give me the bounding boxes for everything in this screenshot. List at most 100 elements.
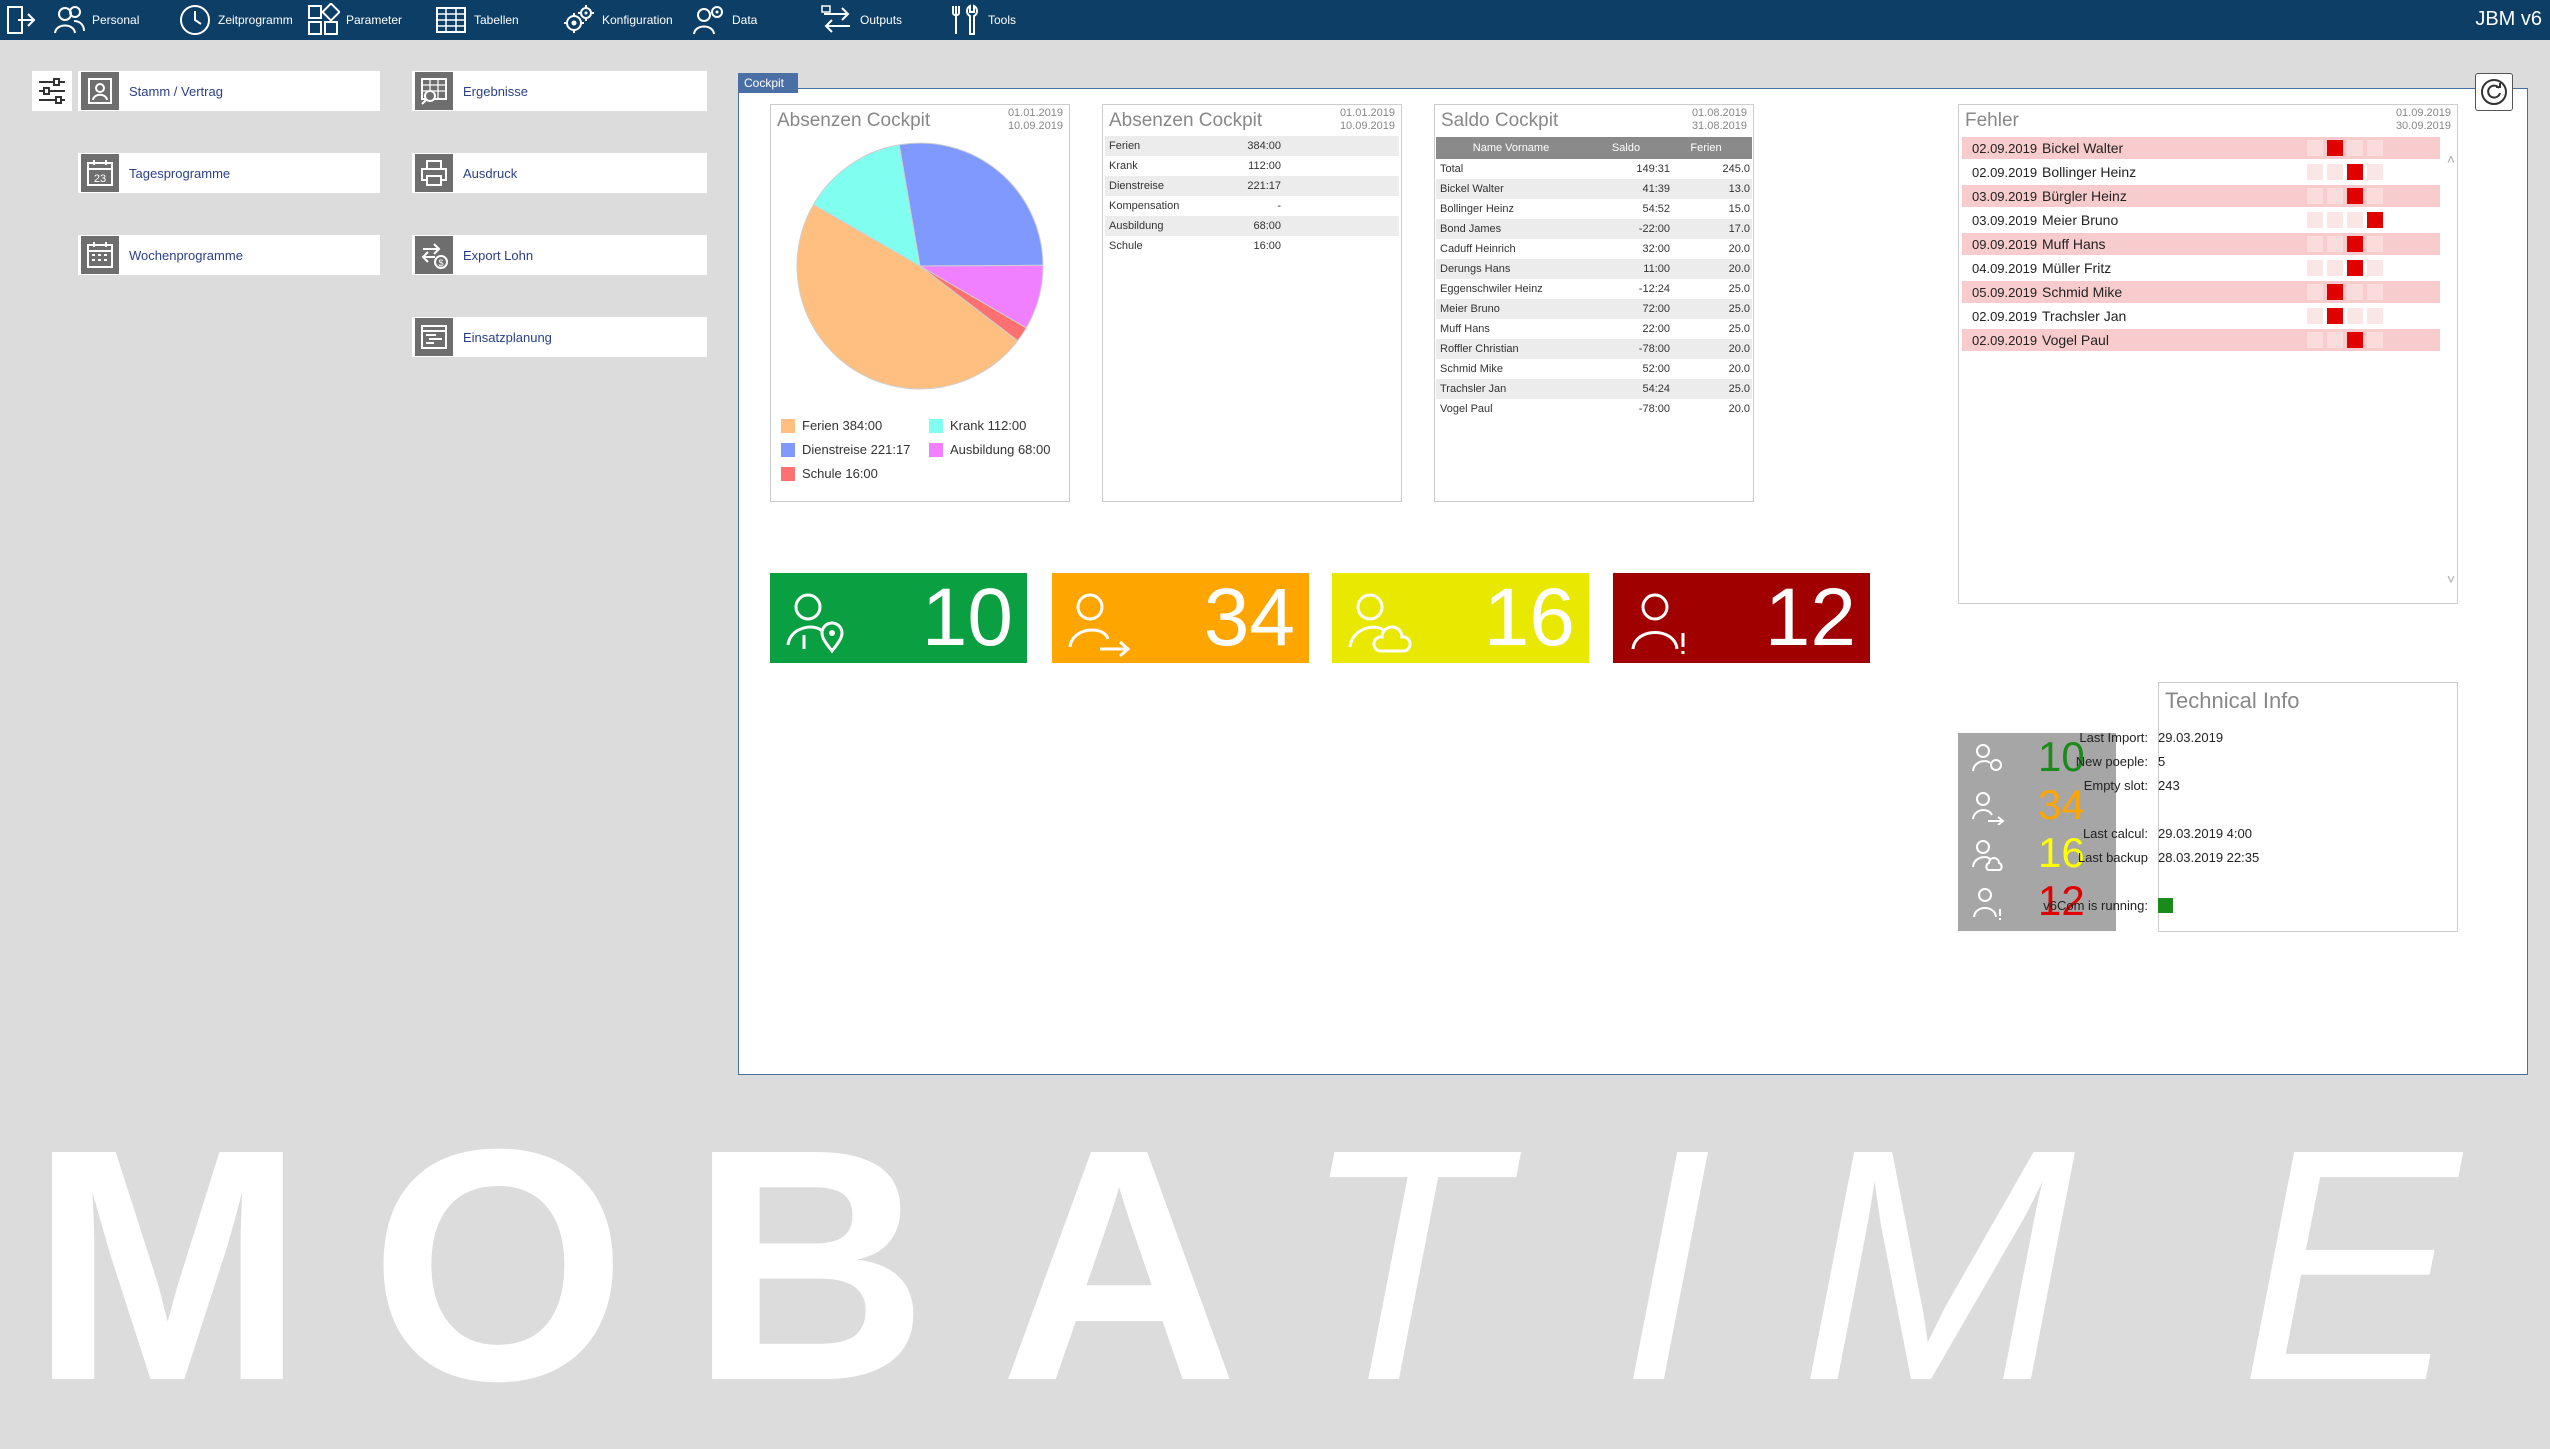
menu-exit[interactable] <box>4 0 38 40</box>
menu-tabellen[interactable]: Tabellen <box>434 0 519 40</box>
tile-tagesprogramme[interactable]: 23 Tagesprogramme <box>78 153 380 193</box>
kpi-absent[interactable]: 16 <box>1332 573 1589 663</box>
column-header[interactable]: Saldo <box>1586 142 1666 154</box>
row-value: 15.0 <box>1728 203 1750 215</box>
error-cell <box>2327 212 2343 228</box>
list-item[interactable]: 03.09.2019 Bürgler Heinz <box>1962 185 2440 207</box>
list-item[interactable]: 02.09.2019 Bollinger Heinz <box>1962 161 2440 183</box>
refresh-button[interactable] <box>2475 73 2513 111</box>
watermark-letter: T <box>1300 1080 1502 1449</box>
menu-personal[interactable]: Personal <box>52 0 139 40</box>
error-cell <box>2307 212 2323 228</box>
settings-button[interactable] <box>32 71 72 111</box>
row-value: 54:24 <box>1642 383 1670 395</box>
row-value: 20.0 <box>1728 263 1750 275</box>
tech-empty-slot: Empty slot: 243 <box>1978 778 2180 793</box>
row-value: 112:00 <box>1248 160 1281 172</box>
table-row: Derungs Hans 11:00 20.0 <box>1436 259 1752 279</box>
error-person: Müller Fritz <box>2042 260 2112 276</box>
tab-cockpit[interactable]: Cockpit <box>738 73 798 93</box>
menu-data[interactable]: Data <box>692 0 757 40</box>
tile-wochenprogramme[interactable]: Wochenprogramme <box>78 235 380 275</box>
info-value: 29.03.2019 4:00 <box>2158 826 2252 841</box>
gears-icon <box>564 5 594 33</box>
error-date: 03.09.2019 <box>1972 212 2038 228</box>
table-icon <box>436 7 466 33</box>
exit-icon <box>7 6 36 34</box>
table-row: Caduff Heinrich 32:00 20.0 <box>1436 239 1752 259</box>
menu-konfiguration[interactable]: Konfiguration <box>562 0 673 40</box>
row-value: 16:00 <box>1253 240 1281 252</box>
table-header: Name Vorname Saldo Ferien <box>1436 137 1752 159</box>
row-value: 25.0 <box>1728 323 1750 335</box>
list-item[interactable]: 03.09.2019 Meier Bruno <box>1962 209 2440 231</box>
menu-tools[interactable]: Tools <box>948 0 1016 40</box>
list-item[interactable]: 02.09.2019 Trachsler Jan <box>1962 305 2440 327</box>
row-value: 20.0 <box>1728 243 1750 255</box>
tile-ausdruck[interactable]: Ausdruck <box>412 153 707 193</box>
row-value: 13.0 <box>1728 183 1750 195</box>
saldo-card: Saldo Cockpit 01.08.2019 31.08.2019 Name… <box>1434 104 1754 502</box>
legend-dienstreise: Dienstreise 221:17 <box>781 442 910 457</box>
tile-ergebnisse[interactable]: Ergebnisse <box>412 71 707 111</box>
error-date: 05.09.2019 <box>1972 284 2038 300</box>
error-indicator-cells <box>2307 236 2387 252</box>
error-cell <box>2307 188 2323 204</box>
error-date: 03.09.2019 <box>1972 188 2038 204</box>
error-cell <box>2367 140 2383 156</box>
column-header[interactable]: Ferien <box>1666 142 1746 154</box>
tile-einsatzplanung[interactable]: Einsatzplanung <box>412 317 707 357</box>
menu-outputs[interactable]: Outputs <box>820 0 902 40</box>
legend-swatch <box>781 466 795 481</box>
table-row: Trachsler Jan 54:24 25.0 <box>1436 379 1752 399</box>
kpi-out[interactable]: 34 <box>1052 573 1309 663</box>
row-value: 17.0 <box>1728 223 1750 235</box>
grid-shapes-icon <box>308 3 340 35</box>
table-row: Total 149:31 245.0 <box>1436 159 1752 179</box>
menu-parameter[interactable]: Parameter <box>306 0 402 40</box>
scroll-up-icon[interactable]: ˄ <box>2447 151 2455 167</box>
kpi-value: 16 <box>1483 572 1575 663</box>
row-value: 11:00 <box>1643 263 1670 275</box>
error-person: Bürgler Heinz <box>2042 188 2127 204</box>
list-item[interactable]: 02.09.2019 Vogel Paul <box>1962 329 2440 351</box>
error-date: 04.09.2019 <box>1972 260 2038 276</box>
saldo-table: Name Vorname Saldo Ferien Total 149:31 245… <box>1436 137 1752 419</box>
list-item[interactable]: 05.09.2019 Schmid Mike <box>1962 281 2440 303</box>
error-cell <box>2327 260 2343 276</box>
error-date: 02.09.2019 <box>1972 308 2038 324</box>
row-value: 32:00 <box>1642 243 1670 255</box>
error-cell <box>2347 284 2363 300</box>
watermark-letter: B <box>690 1080 929 1449</box>
tile-export-lohn[interactable]: $ Export Lohn <box>412 235 707 275</box>
info-key: New poeple: <box>2075 754 2148 769</box>
column-header[interactable]: Name Vorname <box>1436 142 1586 154</box>
legend-ausbildung: Ausbildung 68:00 <box>929 442 1050 457</box>
menu-zeitprogramm[interactable]: Zeitprogramm <box>178 0 293 40</box>
row-name: Caduff Heinrich <box>1440 243 1516 255</box>
absenzen-table: Ferien 384:00 Krank 112:00 Dienstreise 221:… <box>1105 136 1399 256</box>
row-name: Schule <box>1109 240 1143 252</box>
row-value: 68:00 <box>1253 220 1281 232</box>
absenzen-chart-card: Absenzen Cockpit 01.01.2019 10.09.2019 F… <box>770 104 1070 502</box>
legend-swatch <box>781 442 795 457</box>
error-date: 02.09.2019 <box>1972 140 2038 156</box>
legend-label: Schule 16:00 <box>802 466 878 481</box>
error-date: 02.09.2019 <box>1972 164 2038 180</box>
scroll-down-icon[interactable]: ˅ <box>2447 571 2455 587</box>
row-name: Bond James <box>1440 223 1502 235</box>
export-money-icon: $ <box>415 236 453 274</box>
svg-text:$: $ <box>438 258 443 268</box>
error-cell <box>2367 308 2383 324</box>
menu-tabellen-label: Tabellen <box>474 13 519 27</box>
legend-label: Ferien 384:00 <box>802 418 883 433</box>
kpi-alert[interactable]: 12 <box>1613 573 1870 663</box>
legend-swatch <box>929 442 943 457</box>
list-item[interactable]: 04.09.2019 Müller Fritz <box>1962 257 2440 279</box>
list-item[interactable]: 09.09.2019 Muff Hans <box>1962 233 2440 255</box>
kpi-present[interactable]: 10 <box>770 573 1027 663</box>
list-item[interactable]: 02.09.2019 Bickel Walter <box>1962 137 2440 159</box>
status-indicator <box>2158 898 2173 913</box>
tile-stamm-vertrag[interactable]: Stamm / Vertrag <box>78 71 380 111</box>
row-value: -78:00 <box>1638 403 1670 415</box>
